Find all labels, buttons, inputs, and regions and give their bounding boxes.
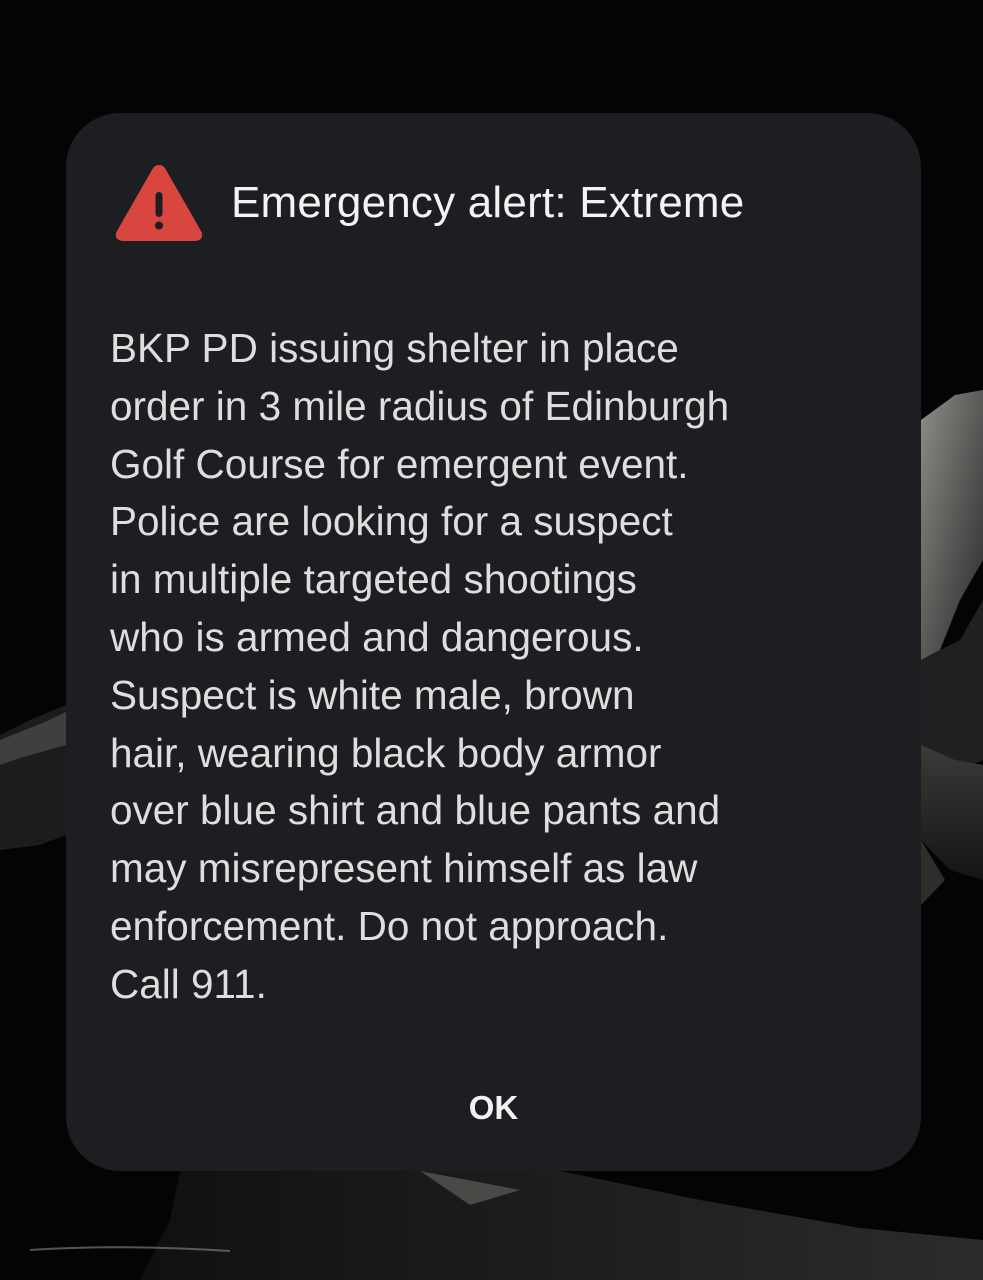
alert-title: Emergency alert: Extreme: [231, 178, 745, 227]
phone-screen: Emergency alert: Extreme BKP PD issuing …: [0, 0, 983, 1280]
warning-triangle-icon: [115, 165, 203, 241]
message-line: Call 911.: [110, 960, 267, 1007]
alert-message: BKP PD issuing shelter in place order in…: [110, 320, 890, 1014]
message-line: order in 3 mile radius of Edinburgh: [110, 382, 730, 429]
message-line: may misrepresent himself as law: [110, 845, 698, 892]
message-line: over blue shirt and blue pants and: [110, 787, 721, 834]
message-line: Suspect is white male, brown: [110, 671, 635, 718]
ok-button[interactable]: OK: [406, 1068, 581, 1148]
message-line: BKP PD issuing shelter in place: [110, 325, 679, 371]
emergency-alert-dialog: Emergency alert: Extreme BKP PD issuing …: [66, 113, 921, 1171]
message-line: Golf Course for emergent event.: [110, 440, 689, 487]
alert-header: Emergency alert: Extreme: [113, 157, 744, 249]
message-line: hair, wearing black body armor: [110, 729, 662, 776]
message-line: enforcement. Do not approach.: [110, 902, 669, 949]
message-line: Police are looking for a suspect: [110, 498, 673, 545]
message-line: in multiple targeted shootings: [110, 556, 637, 603]
message-line: who is armed and dangerous.: [110, 613, 644, 660]
